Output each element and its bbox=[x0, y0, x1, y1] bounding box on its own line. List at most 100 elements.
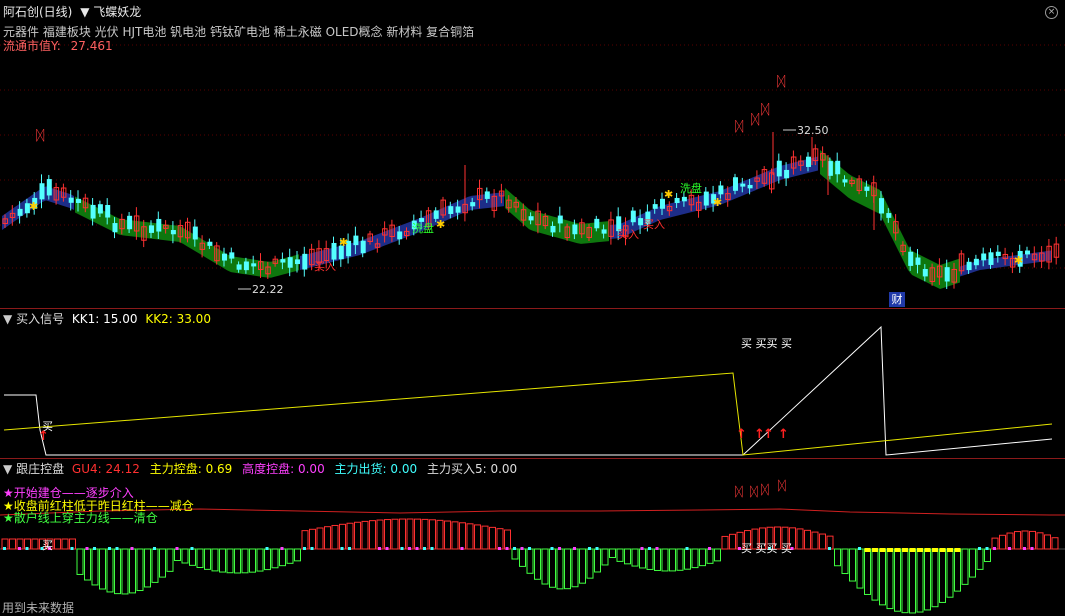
kk2-line bbox=[3, 372, 1053, 456]
histogram-bar bbox=[294, 548, 301, 562]
histogram-bar bbox=[991, 537, 999, 550]
histogram-bar bbox=[181, 548, 189, 564]
histogram-bar bbox=[1, 538, 9, 550]
histogram-bar bbox=[451, 521, 459, 550]
histogram-bar bbox=[1044, 534, 1051, 550]
histogram-bar bbox=[654, 547, 661, 571]
histogram-bar bbox=[1036, 532, 1044, 550]
histogram-bar bbox=[481, 525, 489, 550]
buy-signal-label: 买 bbox=[42, 539, 53, 552]
histogram-bar bbox=[976, 547, 984, 570]
candle bbox=[1053, 236, 1060, 265]
histogram-bar bbox=[159, 548, 166, 578]
histogram-bar bbox=[616, 548, 624, 562]
butterfly-icons: ᛞ ᛞ ᛞ ᛞ ᛞ bbox=[36, 74, 786, 144]
runner-icon: ✱ bbox=[29, 200, 38, 213]
histogram-bar bbox=[256, 548, 264, 572]
histogram-bar bbox=[864, 548, 871, 595]
signal-lines-chart: 买 买 买买 买 ↑ ↑ ↑ ↑ ↑ bbox=[3, 325, 1053, 456]
legend-text: 散户线上穿主力线——清仓 bbox=[13, 511, 158, 525]
histogram-bar bbox=[69, 538, 76, 550]
float-cap-row: 流通市值Y: 27.461 bbox=[3, 37, 113, 54]
float-cap-label: 流通市值Y: bbox=[3, 39, 61, 53]
histogram-bar bbox=[856, 547, 864, 589]
histogram-bar bbox=[661, 548, 669, 572]
histogram-bar bbox=[684, 547, 691, 570]
histogram-bar bbox=[954, 548, 961, 592]
histogram-bar bbox=[376, 519, 384, 550]
histogram-bar bbox=[241, 548, 249, 574]
histogram-bar bbox=[924, 548, 931, 611]
histogram-bar bbox=[234, 548, 241, 574]
histogram-bar bbox=[961, 548, 969, 585]
main-chart-panel[interactable]: ᛞ ᛞ ᛞ ᛞ ᛞ 32.50 22.22 ✱ ✱ ✱ ✱ ✱ ✱ 买入 买入 … bbox=[0, 0, 1065, 308]
histogram-bar bbox=[444, 520, 451, 550]
runner-icon: ✱ bbox=[436, 218, 445, 231]
histogram-bar bbox=[834, 548, 841, 567]
histogram-bar bbox=[549, 547, 556, 588]
histogram-bar bbox=[196, 548, 204, 569]
histogram-bar bbox=[204, 548, 211, 570]
histogram-bar bbox=[84, 547, 91, 581]
runner-icon: ✱ bbox=[1014, 254, 1023, 267]
histogram-bar bbox=[714, 548, 721, 562]
control-panel[interactable]: ▼ 跟庄控盘 GU4: 24.12 主力控盘: 0.69 高度控盘: 0.00 … bbox=[0, 459, 1065, 615]
histogram-bar bbox=[361, 520, 369, 550]
histogram-bar bbox=[474, 524, 481, 550]
histogram-bar bbox=[826, 535, 834, 550]
wave-band-down bbox=[505, 188, 609, 244]
histogram-bar bbox=[639, 547, 646, 569]
histogram-bar bbox=[721, 535, 729, 550]
histogram-bar bbox=[946, 548, 954, 598]
buy-label: 买入 bbox=[314, 260, 336, 273]
histogram-bar bbox=[151, 547, 159, 583]
histogram-bar bbox=[631, 548, 639, 567]
histogram-bar bbox=[969, 548, 976, 578]
up-arrow-icon: ↑ bbox=[736, 427, 747, 442]
histogram-bar bbox=[421, 518, 429, 550]
histogram-bar bbox=[309, 528, 316, 550]
histogram-bar bbox=[369, 520, 376, 550]
butterfly-icon: ᛞ bbox=[735, 485, 743, 500]
histogram-bar bbox=[114, 547, 121, 595]
histogram-bar bbox=[534, 548, 541, 580]
histogram-bar bbox=[391, 518, 399, 550]
histogram-bar bbox=[61, 538, 69, 550]
wash-label: 洗盘 bbox=[412, 221, 434, 235]
histogram-bar bbox=[819, 533, 826, 550]
star-icon: ★ bbox=[3, 511, 14, 525]
butterfly-icon: ᛞ bbox=[777, 74, 786, 90]
histogram-bar bbox=[339, 523, 346, 550]
histogram-bar bbox=[324, 526, 331, 550]
up-arrow-icon: ↑ bbox=[38, 429, 49, 444]
histogram-bar bbox=[436, 519, 444, 550]
candle bbox=[302, 246, 308, 277]
butterfly-icon: ᛞ bbox=[36, 128, 45, 144]
stock-name[interactable]: 阿石创(日线) bbox=[3, 5, 72, 19]
histogram-bar bbox=[31, 538, 39, 550]
histogram-bar bbox=[556, 547, 564, 590]
histogram-bar bbox=[699, 548, 706, 567]
histogram-bar bbox=[301, 530, 309, 550]
histogram-bar bbox=[91, 547, 99, 586]
indicator-name[interactable]: 飞蝶妖龙 bbox=[93, 5, 141, 19]
histogram-bar bbox=[399, 518, 406, 550]
histogram-bar bbox=[901, 548, 909, 614]
candlestick-chart[interactable]: ᛞ ᛞ ᛞ ᛞ ᛞ 32.50 22.22 ✱ ✱ ✱ ✱ ✱ ✱ 买入 买入 … bbox=[0, 0, 1065, 308]
histogram-bar bbox=[879, 548, 886, 606]
dropdown-arrow-icon[interactable]: ▼ bbox=[80, 5, 89, 19]
close-icon[interactable]: × bbox=[1045, 6, 1058, 19]
histogram-bar bbox=[504, 529, 511, 550]
histogram-bar bbox=[279, 547, 286, 567]
histogram-bar bbox=[646, 547, 654, 570]
histogram-bar bbox=[601, 548, 609, 566]
histogram-bar bbox=[594, 547, 601, 573]
price-low-label: 22.22 bbox=[252, 283, 284, 296]
butterfly-icon: ᛞ bbox=[761, 483, 769, 498]
up-arrow-icon: ↑ bbox=[778, 427, 789, 442]
butterfly-icon: ᛞ bbox=[735, 119, 744, 135]
histogram-bar bbox=[271, 548, 279, 569]
finance-badge[interactable]: 财 bbox=[889, 292, 905, 307]
buy-signal-panel[interactable]: ▼ 买入信号 KK1: 15.00 KK2: 33.00 买 买 买买 买 ↑ … bbox=[0, 309, 1065, 459]
histogram-bar bbox=[811, 531, 819, 550]
